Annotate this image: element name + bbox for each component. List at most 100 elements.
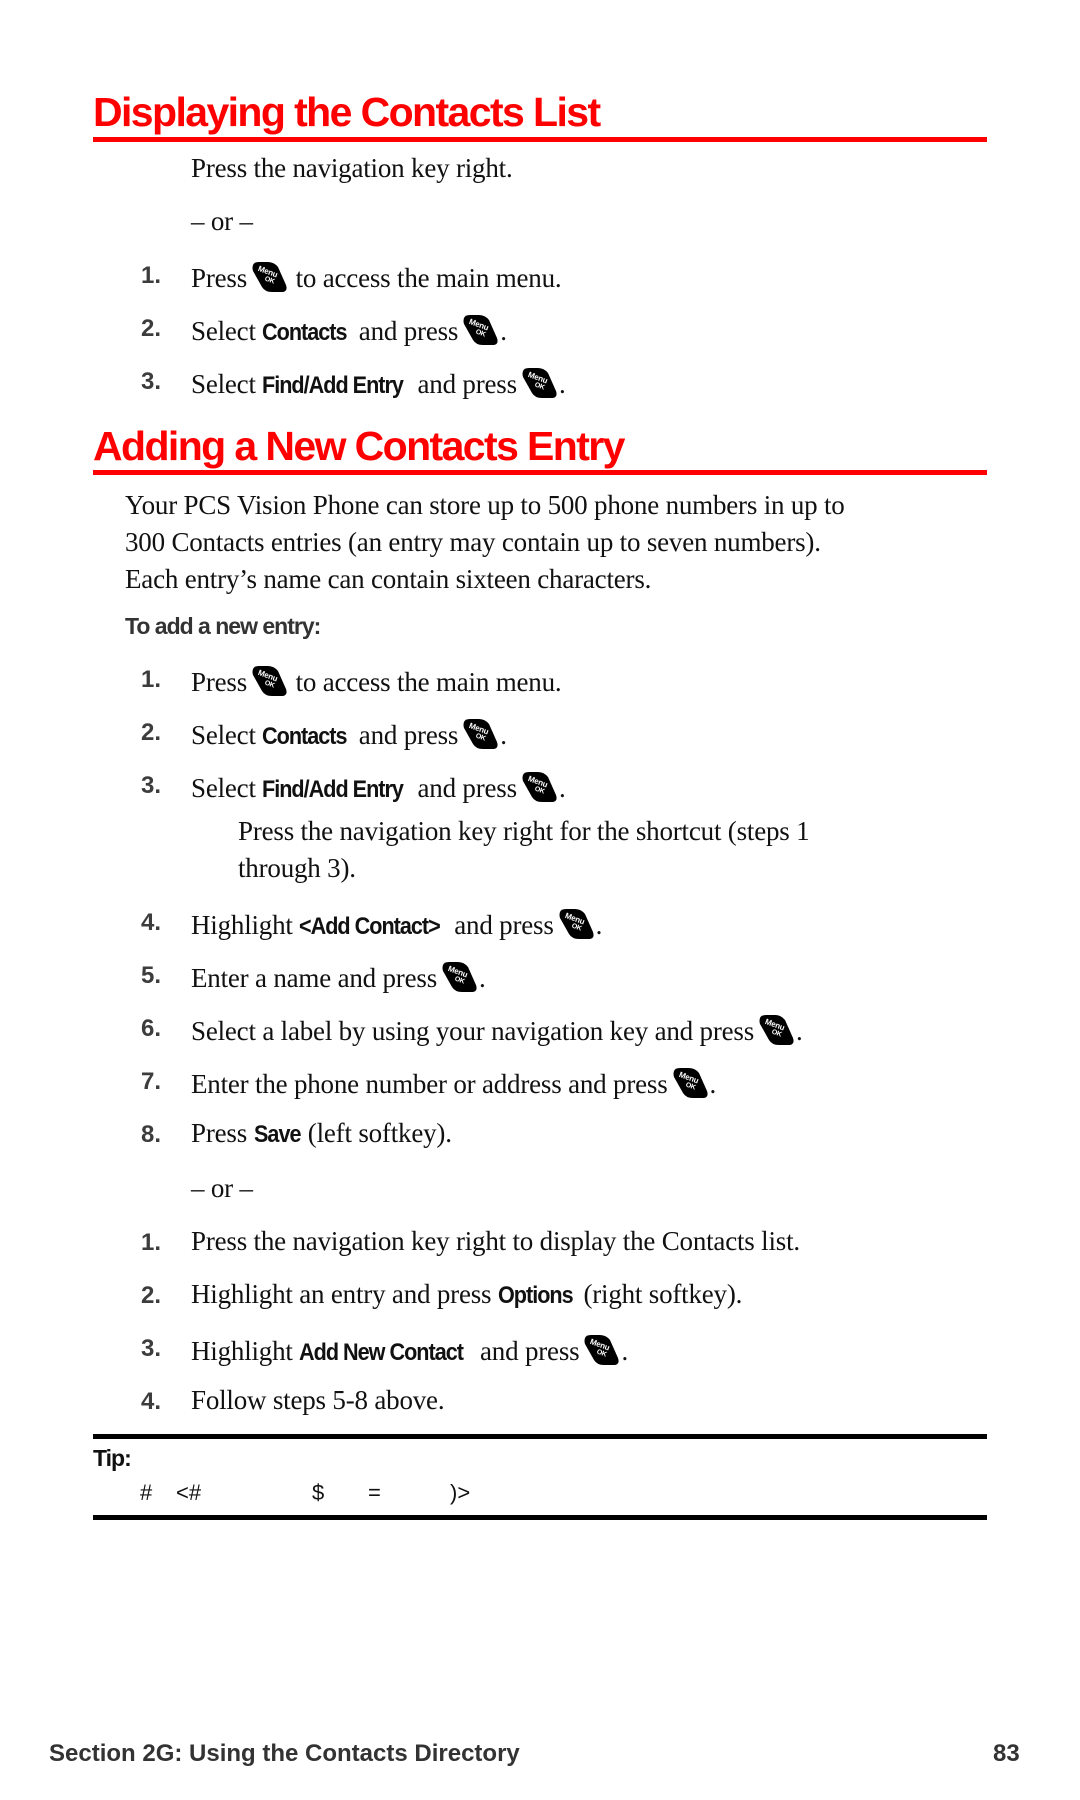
menu-option-add-new-contact: Add New Contact: [299, 1339, 464, 1366]
step-number: 1.: [141, 1229, 162, 1256]
menu-ok-key-icon: [520, 771, 558, 803]
step-text-end: .: [796, 1016, 803, 1046]
tip-glyph: =: [368, 1480, 381, 1505]
step-text-pre: Select: [191, 773, 256, 803]
step-text-pre: Select: [191, 369, 256, 399]
step-number: 4.: [141, 1388, 162, 1415]
menu-ok-key-icon: [461, 314, 499, 346]
paragraph-line: 300 Contacts entries (an entry may conta…: [125, 527, 821, 557]
step-text-pre: Highlight an entry and press: [191, 1279, 492, 1309]
menu-option-add-contact: <Add Contact>: [299, 913, 441, 940]
step-text-pre: Press: [191, 263, 248, 293]
step-number: 2.: [141, 315, 162, 342]
step-text-end: .: [709, 1069, 717, 1099]
step-text: Highlight <Add Contact> and press.: [191, 908, 602, 940]
menu-ok-key-icon: [250, 261, 288, 293]
step-text: Select Find/Add Entry and press.: [191, 367, 566, 399]
tip-glyph: <#: [176, 1480, 202, 1505]
shortcut-note-line: Press the navigation key right for the s…: [238, 816, 810, 846]
tip-bottom-rule: [93, 1515, 987, 1520]
shortcut-note-line: through 3).: [238, 853, 356, 883]
step-text: Select Contacts and press.: [191, 718, 507, 750]
tip-glyph: $: [312, 1480, 325, 1505]
step-text-post: (left softkey).: [307, 1118, 452, 1148]
menu-ok-key-icon: [557, 908, 595, 940]
step-text-post: and press: [358, 720, 459, 750]
step-text-pre: Highlight: [191, 1336, 293, 1366]
tip-top-rule: [93, 1434, 987, 1439]
step-number: 6.: [141, 1015, 162, 1042]
step-text-post: and press: [454, 910, 554, 940]
tip-label: Tip:: [93, 1445, 132, 1471]
step-text-pre: Enter a name and press: [191, 963, 437, 993]
menu-ok-key-icon: [671, 1067, 709, 1099]
step-text: Press to access the main menu.: [191, 665, 562, 697]
tip-glyph: )>: [450, 1480, 471, 1505]
step-text-pre: Press: [191, 667, 248, 697]
or-separator: – or –: [191, 1173, 253, 1203]
tip-glyph: #: [140, 1480, 153, 1505]
step-text-post: (right softkey).: [583, 1279, 743, 1309]
step-text-post: and press: [480, 1336, 580, 1366]
footer-section-title: Section 2G: Using the Contacts Directory: [49, 1740, 520, 1767]
step-text-pre: Enter the phone number or address and pr…: [191, 1069, 668, 1099]
menu-ok-key-icon: [582, 1334, 620, 1366]
step-text: Press Save (left softkey).: [191, 1120, 452, 1147]
step-number: 5.: [141, 962, 162, 989]
section-title-adding-contact: Adding a New Contacts Entry: [93, 423, 625, 469]
step-text-post: and press: [417, 369, 518, 399]
menu-ok-key-icon: [250, 665, 288, 697]
menu-ok-key-icon: [440, 961, 478, 993]
step-text-end: .: [500, 316, 507, 346]
softkey-options: Options: [497, 1282, 574, 1309]
step-text: Highlight an entry and press Options (ri…: [191, 1281, 742, 1308]
step-number: 2.: [141, 1282, 162, 1309]
section-title-displaying-contacts: Displaying the Contacts List: [93, 89, 601, 135]
step-number: 3.: [141, 772, 162, 799]
title-rule: [93, 137, 987, 142]
step-text: Press to access the main menu.: [191, 261, 562, 293]
step-text: Enter a name and press.: [191, 961, 486, 993]
softkey-save: Save: [253, 1121, 301, 1148]
step-text-pre: Highlight: [191, 910, 293, 940]
menu-option-find-add-entry: Find/Add Entry: [262, 372, 404, 399]
step-number: 4.: [141, 909, 162, 936]
subheading: To add a new entry:: [125, 613, 321, 639]
menu-option-contacts: Contacts: [262, 319, 347, 346]
menu-option-contacts: Contacts: [262, 723, 347, 750]
step-text: Select Contacts and press.: [191, 314, 507, 346]
step-text-end: .: [479, 963, 486, 993]
step-number: 2.: [141, 719, 162, 746]
step-text-pre: Select: [191, 316, 256, 346]
step-text-end: .: [558, 369, 566, 399]
step-number: 7.: [141, 1068, 162, 1095]
step-number: 3.: [141, 368, 162, 395]
page-number: 83: [993, 1740, 1020, 1767]
menu-ok-key-icon: [461, 718, 499, 750]
step-text-end: .: [595, 910, 603, 940]
step-text: Select Find/Add Entry and press.: [191, 771, 566, 803]
step-text-post: to access the main menu.: [295, 263, 562, 293]
step-text: Follow steps 5-8 above.: [191, 1385, 445, 1415]
menu-option-find-add-entry: Find/Add Entry: [262, 776, 404, 803]
step-number: 1.: [141, 262, 162, 289]
menu-ok-key-icon: [757, 1014, 795, 1046]
step-text-pre: Select: [191, 720, 256, 750]
step-text-post: and press: [358, 316, 459, 346]
step-text: Press the navigation key right to displa…: [191, 1226, 800, 1256]
step-text-post: and press: [417, 773, 518, 803]
menu-ok-key-icon: [520, 367, 558, 399]
step-text-end: .: [558, 773, 566, 803]
step-text-pre: Select a label by using your navigation …: [191, 1016, 755, 1046]
step-number: 1.: [141, 666, 162, 693]
or-separator: – or –: [191, 206, 253, 236]
step-text-end: .: [621, 1336, 629, 1366]
step-text-end: .: [500, 720, 507, 750]
step-number: 3.: [141, 1335, 162, 1362]
paragraph-line: Each entry’s name can contain sixteen ch…: [125, 564, 652, 594]
title-rule: [93, 470, 987, 475]
step-text: Enter the phone number or address and pr…: [191, 1067, 716, 1099]
step-text-post: to access the main menu.: [295, 667, 562, 697]
step-number: 8.: [141, 1121, 162, 1148]
step-text-pre: Press: [191, 1118, 248, 1148]
